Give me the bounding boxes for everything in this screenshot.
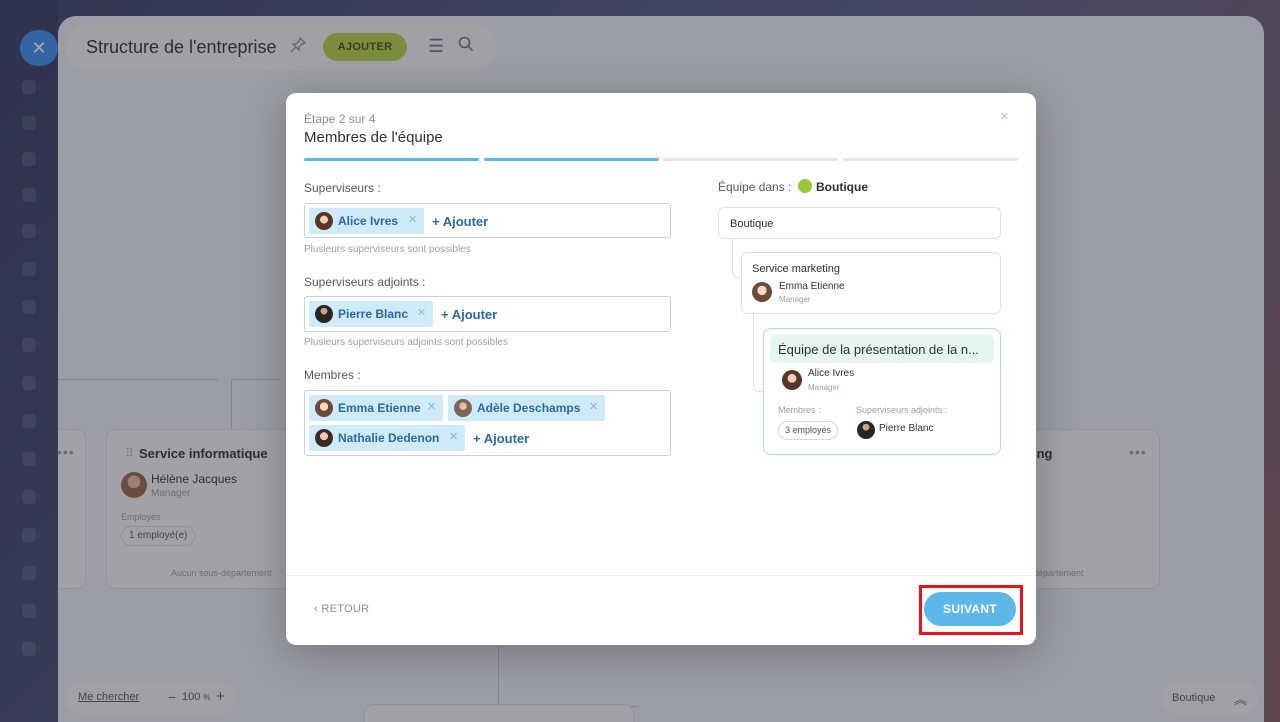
team-manager-role: Manager [808, 383, 840, 392]
team-location-value: Boutique [816, 180, 868, 194]
node-manager-role: Manager [779, 295, 811, 304]
chip-name: Adèle Deschamps [477, 401, 581, 415]
progress-step-4 [843, 158, 1018, 161]
team-title: Équipe de la présentation de la n... [778, 342, 979, 357]
back-label: RETOUR [321, 603, 370, 615]
remove-icon[interactable]: ✕ [408, 213, 417, 226]
node-title: Boutique [730, 218, 774, 230]
avatar [315, 212, 333, 230]
deputy-chip[interactable]: Pierre Blanc ✕ [309, 301, 433, 327]
add-deputy-link[interactable]: + Ajouter [441, 307, 497, 322]
step-indicator: Étape 2 sur 4 [304, 112, 376, 126]
avatar [752, 282, 772, 302]
avatar [857, 421, 875, 439]
add-member-link[interactable]: + Ajouter [473, 431, 529, 446]
avatar [454, 399, 472, 417]
avatar [315, 305, 333, 323]
tree-node-root: Boutique [718, 207, 1001, 239]
tree-connector [753, 314, 763, 392]
team-deputies-label: Superviseurs adjoints : [856, 405, 948, 415]
avatar [782, 370, 802, 390]
progress-step-1 [304, 158, 479, 161]
deputies-hint: Plusieurs superviseurs adjoints sont pos… [304, 337, 508, 348]
chip-name: Pierre Blanc [338, 307, 409, 321]
node-manager-name: Emma Etienne [779, 281, 845, 292]
supervisor-chip[interactable]: Alice Ivres ✕ [309, 208, 424, 234]
footer-divider [286, 575, 1036, 576]
members-field[interactable]: Emma Etienne ✕ Adèle Deschamps ✕ Nathali… [304, 390, 671, 456]
member-chip[interactable]: Adèle Deschamps ✕ [448, 395, 605, 421]
avatar [315, 399, 333, 417]
progress-step-3 [663, 158, 838, 161]
team-members-label: Membres : [778, 405, 821, 415]
add-supervisor-link[interactable]: + Ajouter [432, 214, 488, 229]
supervisors-field[interactable]: Alice Ivres ✕ + Ajouter [304, 203, 671, 238]
close-icon[interactable]: × [1000, 108, 1009, 125]
dialog-title: Membres de l'équipe [304, 129, 443, 146]
shop-icon [798, 179, 812, 193]
back-button[interactable]: ‹ RETOUR [314, 603, 369, 615]
avatar [315, 429, 333, 447]
remove-icon[interactable]: ✕ [427, 400, 436, 413]
member-chip[interactable]: Nathalie Dedenon ✕ [309, 425, 465, 451]
team-members-count: 3 employés [778, 421, 839, 440]
supervisors-label: Superviseurs : [304, 181, 381, 195]
team-deputy-name: Pierre Blanc [879, 423, 934, 434]
team-header: Équipe de la présentation de la n... [770, 335, 994, 363]
team-members-dialog: Étape 2 sur 4 Membres de l'équipe × Supe… [286, 93, 1036, 645]
members-label: Membres : [304, 368, 361, 382]
remove-icon[interactable]: ✕ [589, 400, 598, 413]
node-title: Service marketing [752, 263, 841, 275]
chip-name: Alice Ivres [338, 214, 399, 228]
member-chip[interactable]: Emma Etienne ✕ [309, 395, 443, 421]
supervisors-hint: Plusieurs superviseurs sont possibles [304, 244, 471, 255]
tree-node-marketing: Service marketing Emma Etienne Manager [741, 252, 1001, 314]
chip-name: Nathalie Dedenon [338, 431, 440, 445]
remove-icon[interactable]: ✕ [417, 306, 426, 319]
progress-step-2 [484, 158, 659, 161]
remove-icon[interactable]: ✕ [449, 430, 458, 443]
team-location-label: Équipe dans : [718, 180, 792, 194]
deputies-field[interactable]: Pierre Blanc ✕ + Ajouter [304, 296, 671, 332]
tree-node-new-team: Équipe de la présentation de la n... Ali… [763, 328, 1001, 455]
highlight-annotation [919, 585, 1023, 635]
deputies-label: Superviseurs adjoints : [304, 275, 426, 289]
chip-name: Emma Etienne [338, 401, 421, 415]
team-manager-name: Alice Ivres [808, 368, 855, 379]
